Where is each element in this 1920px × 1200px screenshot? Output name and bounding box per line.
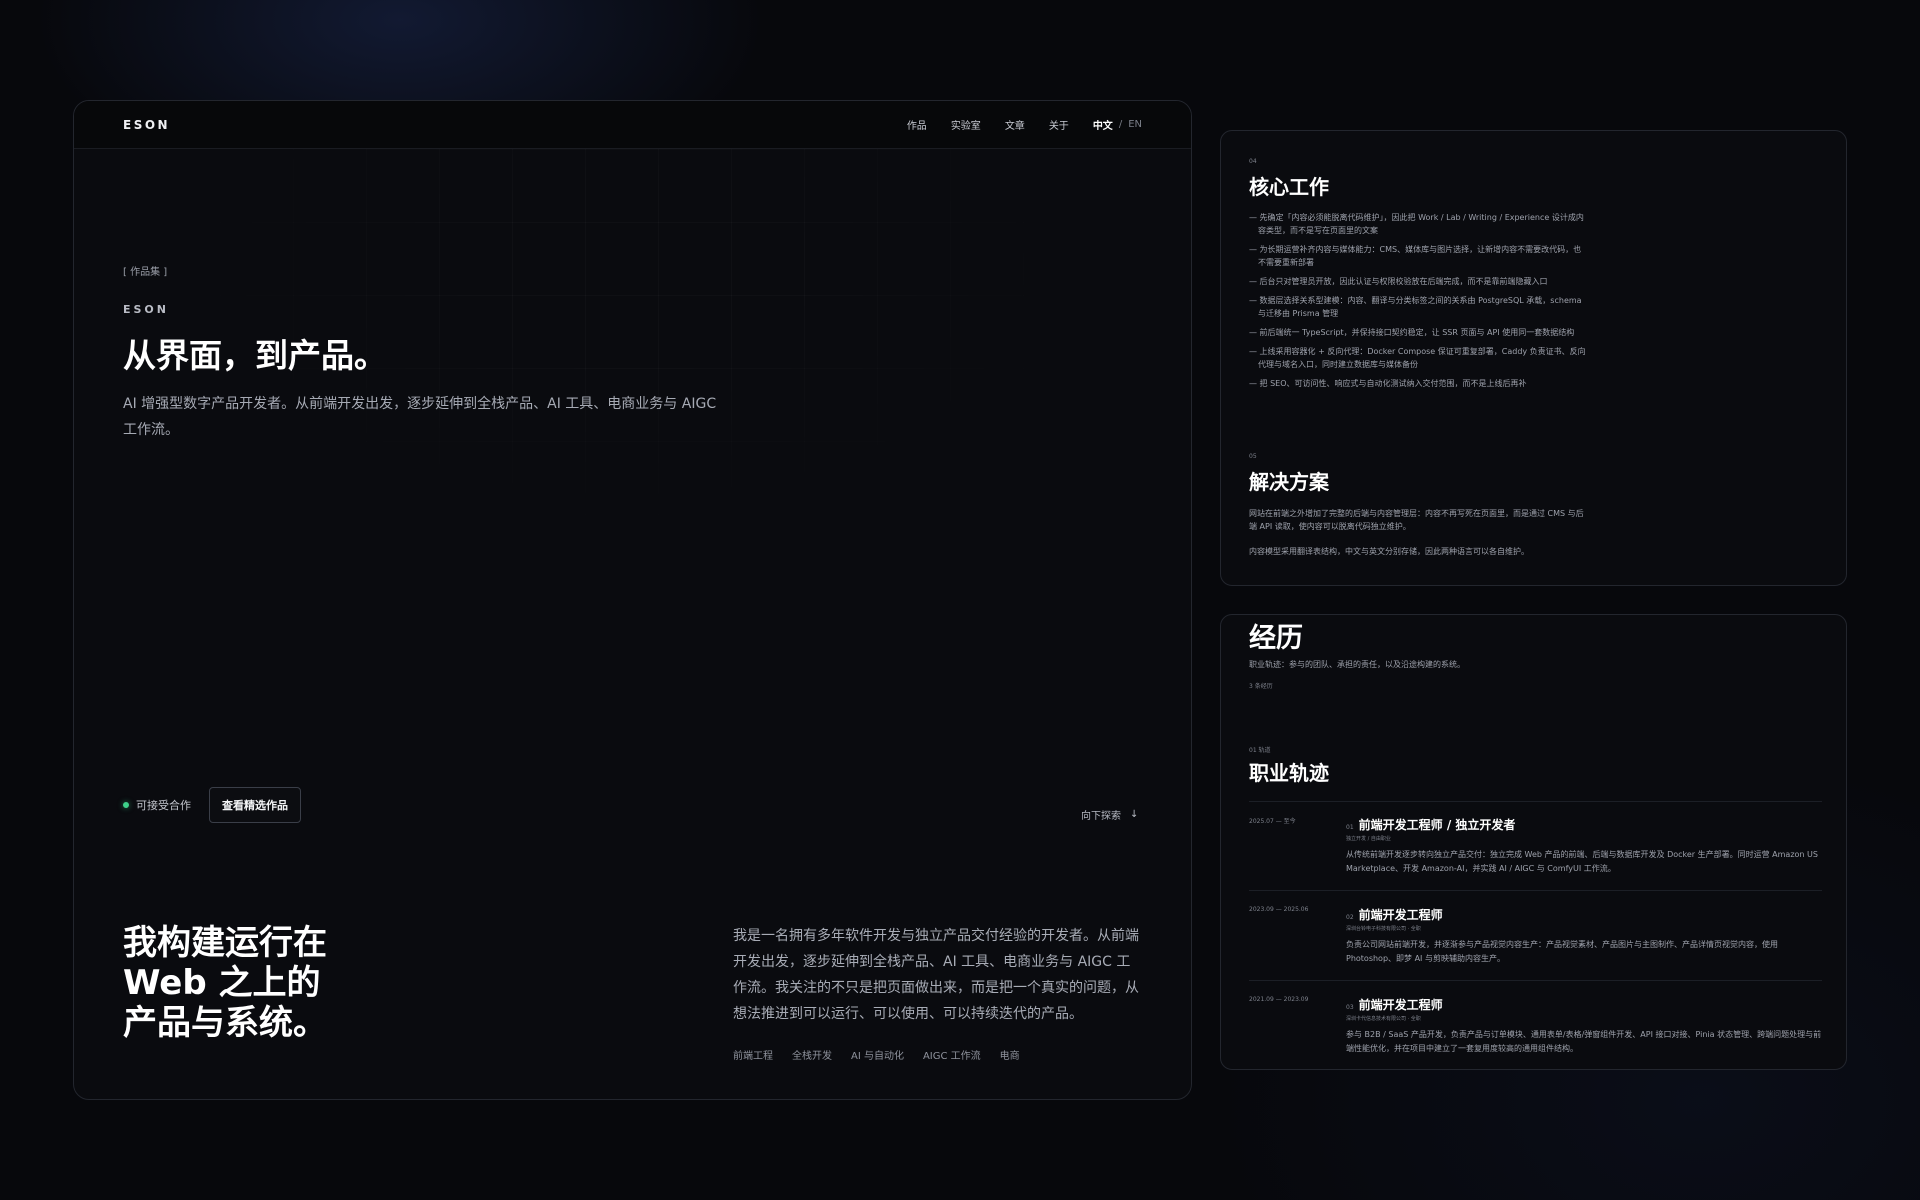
tag-frontend: 前端工程 bbox=[733, 1051, 773, 1062]
portfolio-main-card: ESON 作品 实验室 文章 关于 中文 / EN [ 作品集 ] ESON 从… bbox=[73, 100, 1192, 1100]
job-heading: 01 前端开发工程师 / 独立开发者 bbox=[1346, 816, 1822, 833]
list-item: — 把 SEO、可访问性、响应式与自动化测试纳入交付范围，而不是上线后再补 bbox=[1249, 379, 1527, 388]
about-title: 我构建运行在 Web 之上的 产品与系统。 bbox=[123, 923, 443, 1043]
job-index: 01 bbox=[1346, 824, 1354, 831]
list-item: — 为长期运营补齐内容与媒体能力：CMS、媒体库与图片选择，让新增内容不需要改代… bbox=[1249, 245, 1582, 267]
job-index: 03 bbox=[1346, 1004, 1354, 1011]
divider bbox=[1249, 980, 1822, 981]
status-dot-icon bbox=[123, 802, 129, 808]
view-featured-work-button[interactable]: 查看精选作品 bbox=[209, 787, 301, 823]
list-item: — 后台只对管理员开放，因此认证与权限校验放在后端完成，而不是靠前端隐藏入口 bbox=[1249, 277, 1548, 286]
hero-title: 从界面，到产品。 bbox=[123, 336, 387, 375]
job-title: 前端开发工程师 bbox=[1358, 998, 1443, 1012]
list-item: — 上线采用容器化 + 反向代理：Docker Compose 保证可重复部署，… bbox=[1249, 347, 1586, 369]
top-nav: ESON 作品 实验室 文章 关于 中文 / EN bbox=[74, 101, 1191, 149]
about-title-line: 我构建运行在 bbox=[123, 923, 327, 963]
job-description: 负责公司网站前端开发，并逐渐参与产品视觉内容生产：产品视觉素材、产品图片与主图制… bbox=[1346, 940, 1778, 963]
job-date: 2021.09 — 2023.09 bbox=[1249, 996, 1309, 1003]
job-entry: 2023.09 — 2025.06 02 前端开发工程师 深圳台铃电子科技有限公… bbox=[1249, 906, 1822, 976]
job-organization: 深圳卡代信息技术有限公司 · 全职 bbox=[1346, 1016, 1421, 1022]
track-section-number: 01 轨道 bbox=[1249, 747, 1271, 754]
lang-separator: / bbox=[1118, 119, 1123, 130]
scroll-down-hint[interactable]: 向下探索 ↓ bbox=[1081, 807, 1138, 822]
hero-eyebrow: [ 作品集 ] bbox=[123, 267, 168, 278]
lang-en[interactable]: EN bbox=[1128, 119, 1142, 130]
job-date: 2025.07 — 至今 bbox=[1249, 818, 1296, 825]
experience-title: 经历 bbox=[1249, 623, 1303, 654]
hero-brand: ESON bbox=[123, 303, 169, 316]
job-entry: 2025.07 — 至今 01 前端开发工程师 / 独立开发者 独立开发 / 自… bbox=[1249, 816, 1822, 886]
job-body: 01 前端开发工程师 / 独立开发者 独立开发 / 自由职业 从传统前端开发逐步… bbox=[1346, 816, 1822, 876]
job-description: 参与 B2B / SaaS 产品开发，负责产品与订单模块、通用表单/表格/弹窗组… bbox=[1346, 1030, 1822, 1053]
experience-subtitle: 职业轨迹：参与的团队、承担的责任，以及沿途构建的系统。 bbox=[1249, 660, 1465, 669]
solution-section-title: 解决方案 bbox=[1249, 470, 1329, 494]
list-item: — 先确定「内容必须能脱离代码维护」，因此把 Work / Lab / Writ… bbox=[1249, 213, 1584, 235]
experience-count: 3 条经历 bbox=[1249, 683, 1273, 690]
site-logo[interactable]: ESON bbox=[123, 118, 170, 132]
skill-tags: 前端工程 全栈开发 AI 与自动化 AIGC 工作流 电商 bbox=[733, 1047, 1020, 1062]
solution-paragraph: 内容模型采用翻译表结构，中文与英文分别存储，因此两种语言可以各自维护。 bbox=[1249, 547, 1529, 556]
nav-link-about[interactable]: 关于 bbox=[1049, 117, 1069, 132]
nav-link-work[interactable]: 作品 bbox=[907, 117, 927, 132]
job-heading: 02 前端开发工程师 bbox=[1346, 906, 1822, 923]
nav-link-lab[interactable]: 实验室 bbox=[951, 117, 981, 132]
job-title: 前端开发工程师 bbox=[1358, 908, 1443, 922]
tag-fullstack: 全栈开发 bbox=[792, 1051, 832, 1062]
job-body: 03 前端开发工程师 深圳卡代信息技术有限公司 · 全职 参与 B2B / Sa… bbox=[1346, 996, 1822, 1056]
list-item: — 前后端统一 TypeScript，并保持接口契约稳定，让 SSR 页面与 A… bbox=[1249, 328, 1575, 337]
nav-links: 作品 实验室 文章 关于 中文 / EN bbox=[907, 117, 1142, 132]
solution-paragraph: 网站在前端之外增加了完整的后端与内容管理层：内容不再写死在页面里，而是通过 CM… bbox=[1249, 509, 1584, 531]
job-title: 前端开发工程师 / 独立开发者 bbox=[1358, 818, 1516, 832]
divider bbox=[1249, 890, 1822, 891]
solution-section-number: 05 bbox=[1249, 453, 1257, 460]
hero-description: AI 增强型数字产品开发者。从前端开发出发，逐步延伸到全栈产品、AI 工具、电商… bbox=[123, 396, 717, 438]
core-section-title: 核心工作 bbox=[1249, 175, 1329, 199]
scroll-hint-label: 向下探索 bbox=[1081, 811, 1121, 822]
job-description: 从传统前端开发逐步转向独立产品交付：独立完成 Web 产品的前端、后端与数据库开… bbox=[1346, 850, 1818, 873]
language-switcher: 中文 / EN bbox=[1093, 117, 1142, 132]
job-date: 2023.09 — 2025.06 bbox=[1249, 906, 1309, 913]
job-organization: 深圳台铃电子科技有限公司 · 全职 bbox=[1346, 926, 1421, 932]
job-organization: 独立开发 / 自由职业 bbox=[1346, 836, 1391, 842]
core-work-list: — 先确定「内容必须能脱离代码维护」，因此把 Work / Lab / Writ… bbox=[1249, 211, 1589, 396]
job-body: 02 前端开发工程师 深圳台铃电子科技有限公司 · 全职 负责公司网站前端开发，… bbox=[1346, 906, 1822, 966]
job-entry: 2021.09 — 2023.09 03 前端开发工程师 深圳卡代信息技术有限公… bbox=[1249, 996, 1822, 1066]
tag-aigc: AIGC 工作流 bbox=[922, 1051, 981, 1062]
availability-status: 可接受合作 bbox=[123, 797, 191, 813]
job-index: 02 bbox=[1346, 914, 1354, 921]
nav-link-writing[interactable]: 文章 bbox=[1005, 117, 1025, 132]
arrow-down-icon: ↓ bbox=[1130, 809, 1139, 820]
tag-ecommerce: 电商 bbox=[999, 1051, 1020, 1062]
case-study-card: 04 核心工作 — 先确定「内容必须能脱离代码维护」，因此把 Work / La… bbox=[1220, 130, 1847, 586]
divider bbox=[1249, 801, 1822, 802]
list-item: — 数据层选择关系型建模：内容、翻译与分类标签之间的关系由 PostgreSQL… bbox=[1249, 296, 1582, 318]
about-description: 我是一名拥有多年软件开发与独立产品交付经验的开发者。从前端开发出发，逐步延伸到全… bbox=[733, 928, 1139, 1022]
job-heading: 03 前端开发工程师 bbox=[1346, 996, 1822, 1013]
availability-label: 可接受合作 bbox=[136, 799, 191, 812]
tag-ai: AI 与自动化 bbox=[851, 1051, 904, 1062]
experience-card: 经历 职业轨迹：参与的团队、承担的责任，以及沿途构建的系统。 3 条经历 01 … bbox=[1220, 614, 1847, 1070]
about-title-line: Web 之上的 bbox=[123, 963, 321, 1003]
core-section-number: 04 bbox=[1249, 158, 1257, 165]
about-title-line: 产品与系统。 bbox=[123, 1003, 327, 1043]
lang-zh[interactable]: 中文 bbox=[1093, 117, 1113, 132]
hero-cta-row: 可接受合作 查看精选作品 bbox=[123, 787, 301, 823]
track-section-title: 职业轨迹 bbox=[1249, 761, 1329, 785]
